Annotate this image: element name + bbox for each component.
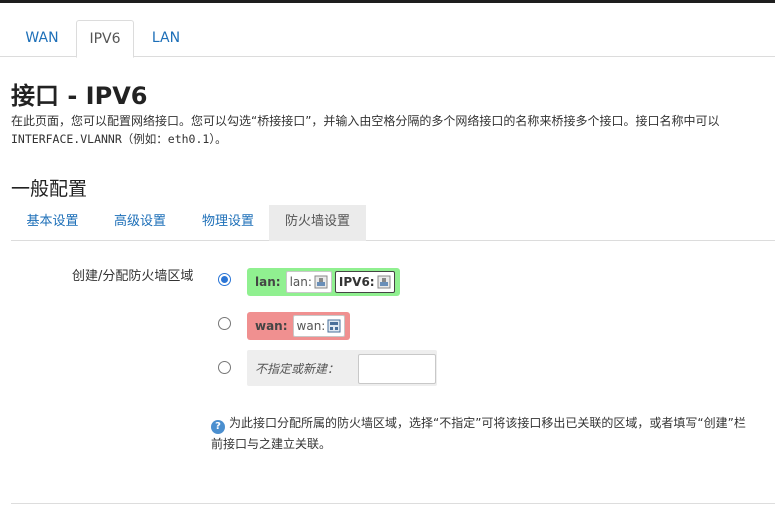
network-port-icon	[314, 275, 328, 289]
new-zone-box: 不指定或新建：	[247, 350, 437, 386]
description-line-2: INTERFACE.VLANNR（例如：eth0.1）。	[11, 132, 227, 146]
zone-wan[interactable]: wan: wan:	[247, 312, 350, 340]
interface-tabs: WAN IPV6 LAN	[0, 20, 775, 58]
network-port-icon	[377, 275, 391, 289]
chip-lan: lan:	[285, 271, 332, 293]
chip-wan-label: wan:	[296, 319, 326, 333]
tab-ipv6[interactable]: IPV6	[76, 20, 134, 58]
zone-wan-name: wan:	[255, 319, 288, 333]
radio-zone-lan[interactable]	[218, 273, 231, 286]
tab-wan[interactable]: WAN	[13, 20, 71, 57]
radio-zone-wan[interactable]	[218, 317, 231, 330]
help-line-2: 前接口与之建立关联。	[211, 437, 332, 451]
network-device-icon	[327, 319, 341, 333]
chip-ipv6: IPV6:	[334, 271, 395, 293]
chip-ipv6-label: IPV6:	[338, 275, 375, 289]
page-description: 在此页面，您可以配置网络接口。您可以勾选“桥接接口”，并输入由空格分隔的多个网络…	[11, 112, 719, 148]
top-bar	[0, 0, 775, 3]
subtab-firewall[interactable]: 防火墙设置	[269, 205, 366, 241]
subtab-physical[interactable]: 物理设置	[188, 205, 268, 240]
radio-zone-new[interactable]	[218, 361, 231, 374]
help-icon: ?	[211, 420, 225, 434]
new-zone-input[interactable]	[358, 354, 436, 384]
firewall-zone-label: 创建/分配防火墙区域	[72, 269, 194, 284]
zone-lan[interactable]: lan: lan: IPV6:	[247, 268, 400, 296]
new-zone-label: 不指定或新建：	[255, 362, 340, 376]
section-title: 一般配置	[11, 178, 88, 200]
config-subtabs: 基本设置 高级设置 物理设置 防火墙设置	[11, 205, 775, 241]
divider	[11, 503, 775, 504]
chip-wan: wan:	[292, 315, 346, 337]
help-text: ? 为此接口分配所属的防火墙区域，选择“不指定”可将该接口移出已关联的区域，或者填…	[211, 413, 746, 455]
page-title: 接口 - IPV6	[11, 82, 148, 110]
tab-lan[interactable]: LAN	[139, 20, 193, 57]
description-line-1: 在此页面，您可以配置网络接口。您可以勾选“桥接接口”，并输入由空格分隔的多个网络…	[11, 114, 720, 128]
subtab-basic[interactable]: 基本设置	[11, 205, 94, 240]
zone-lan-name: lan:	[255, 275, 281, 289]
chip-lan-label: lan:	[289, 275, 312, 289]
subtab-advanced[interactable]: 高级设置	[101, 205, 179, 240]
help-line-1: 为此接口分配所属的防火墙区域，选择“不指定”可将该接口移出已关联的区域，或者填写…	[229, 416, 746, 430]
